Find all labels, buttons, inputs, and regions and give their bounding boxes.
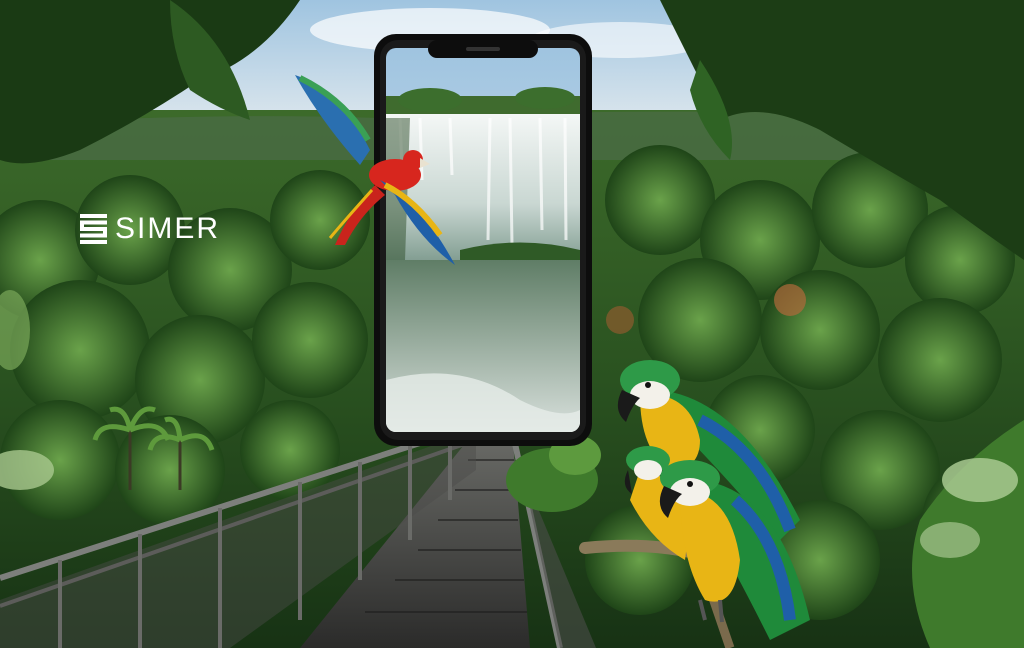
phone-speaker [466, 47, 500, 51]
brand-logo: SIMER [80, 214, 220, 244]
brand-name: SIMER [115, 212, 221, 245]
smartphone [374, 34, 592, 446]
rainforest-scene [0, 0, 1024, 648]
hero-banner: SIMER [0, 0, 1024, 648]
stripes-s-logo-icon [80, 214, 107, 244]
phone-screen-waterfall [386, 48, 580, 432]
